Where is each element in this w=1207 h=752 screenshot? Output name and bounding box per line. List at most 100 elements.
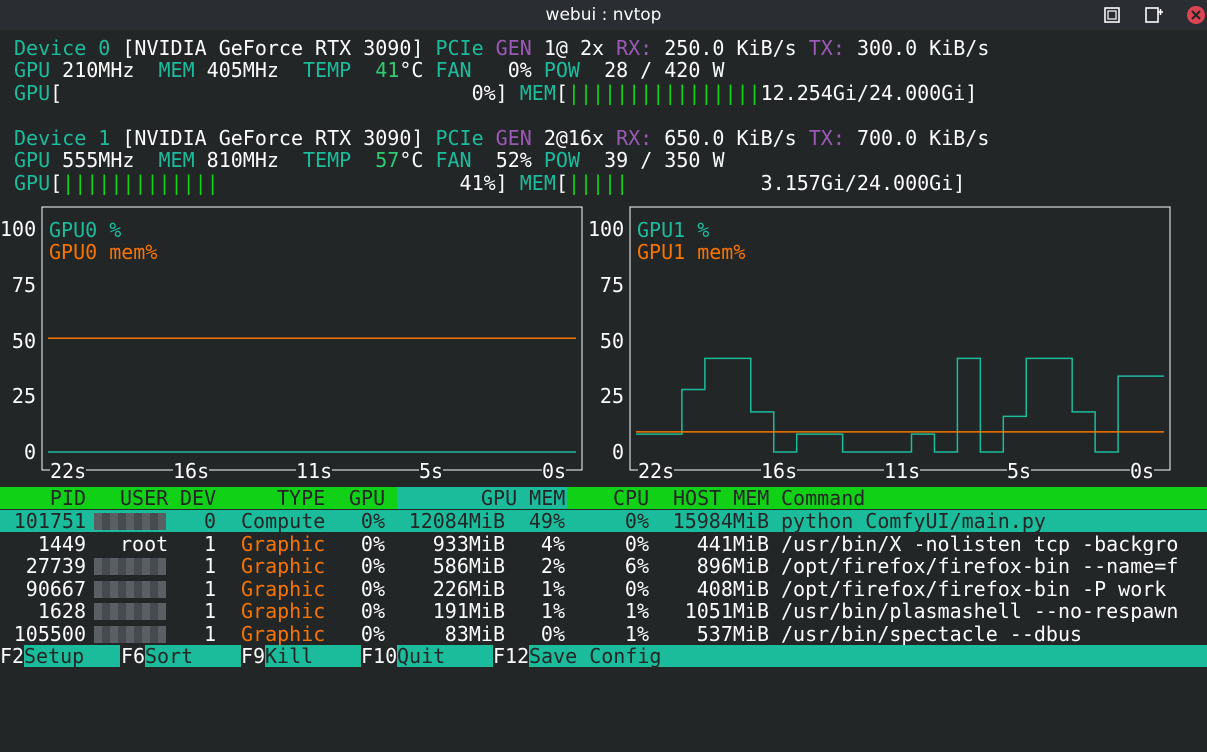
info-segment: TX: <box>808 126 857 150</box>
type-cell: Graphic <box>241 532 325 555</box>
info-segment: GEN <box>495 126 544 150</box>
fkey-f9[interactable]: F9 <box>241 645 266 667</box>
info-segment: GPU <box>14 171 51 195</box>
info-segment: [ <box>555 81 568 105</box>
y-tick-label: 0 <box>611 440 624 464</box>
device-1-stats: GPU 555MHz MEM 810MHz TEMP 57°C FAN 52% … <box>14 149 725 171</box>
info-segment: 405MHz <box>206 58 303 82</box>
y-tick-label: 100 <box>588 217 625 241</box>
info-segment: ||||| <box>567 171 629 195</box>
info-segment: 2@16x <box>543 126 617 150</box>
type-cell: Graphic <box>241 622 325 645</box>
header-gpu-mem[interactable]: GPU MEM <box>481 487 565 509</box>
command-cell: /usr/bin/X -nolisten tcp -backgro <box>781 532 1179 555</box>
info-segment: °C <box>399 148 436 172</box>
header-user[interactable]: USER <box>120 487 168 509</box>
process-row[interactable]: 27739 1 Graphic 0% 586MiB 2% 6% 896MiB/opt/fire… <box>0 555 1207 577</box>
redacted-username <box>94 603 166 620</box>
info-segment: 810MHz <box>206 148 303 172</box>
info-segment: 650.0 KiB/s <box>664 126 809 150</box>
host-mem-cell: 896MiB <box>696 555 769 577</box>
info-segment: 52% <box>495 148 544 172</box>
command-cell: python ComfyUI/main.py <box>781 510 1046 532</box>
header-cpu[interactable]: CPU <box>613 487 649 509</box>
header-host-mem[interactable]: HOST MEM <box>673 487 769 509</box>
fkey-f6[interactable]: F6 <box>121 645 146 667</box>
gpu0-chart: 100 75 50 25 0 22s 16s 11s 5s 0s GPU0 % GPU0 mem% <box>0 205 590 485</box>
header-gpu[interactable]: GPU <box>349 487 385 509</box>
maximize-icon[interactable] <box>1101 4 1123 26</box>
fkey-label-setup[interactable]: Setup <box>24 645 120 667</box>
info-segment: 700.0 KiB/s <box>856 126 990 150</box>
fkey-label-kill[interactable]: Kill <box>265 645 361 667</box>
header-command[interactable]: Command <box>781 487 865 509</box>
gpu-usage-cell: 0% <box>360 510 385 532</box>
info-segment: POW <box>543 58 605 82</box>
fkey-f10[interactable]: F10 <box>361 645 398 667</box>
pin-icon[interactable] <box>1143 4 1165 26</box>
type-cell: Graphic <box>241 577 325 600</box>
gpu-mem-pct-cell: 49% <box>528 510 565 532</box>
fkey-f2[interactable]: F2 <box>0 645 25 667</box>
process-row[interactable]: 90667 1 Graphic 0% 226MiB 1% 0% 408MiB/opt/fire… <box>0 578 1207 600</box>
x-tick-label: 5s <box>419 459 444 483</box>
close-icon[interactable] <box>1185 4 1207 26</box>
function-key-bar: F2 Setup F6 Sort F9 Kill F10 Quit F12 Save Config <box>0 645 1207 667</box>
info-segment: [NVIDIA GeForce RTX 3090] <box>122 126 436 150</box>
header-type[interactable]: TYPE <box>277 487 325 509</box>
gpu-mem-pct-cell: 4% <box>540 532 565 555</box>
info-segment: POW <box>543 148 605 172</box>
gpu-mem-pct-cell: 0% <box>540 622 565 645</box>
x-tick-label: 11s <box>884 459 921 483</box>
info-segment: [ <box>50 171 63 195</box>
gpu1-chart: 100 75 50 25 0 22s 16s 11s 5s 0s GPU1 % GPU1 mem% <box>588 205 1178 485</box>
header-pid[interactable]: PID <box>0 487 86 509</box>
info-segment: 250.0 KiB/s <box>664 36 809 60</box>
fkey-label-save-config[interactable]: Save Config <box>529 645 1207 667</box>
info-segment: ] <box>953 171 966 195</box>
device-1-header: Device 1 [NVIDIA GeForce RTX 3090] PCIe … <box>14 127 989 149</box>
type-cell: Compute <box>241 510 325 532</box>
cpu-cell: 1% <box>624 622 649 645</box>
x-tick-label: 16s <box>761 459 798 483</box>
gpu-mem-cell: 83MiB <box>444 622 505 645</box>
host-mem-cell: 441MiB <box>696 532 769 555</box>
info-segment: 555MHz <box>62 148 159 172</box>
dev-cell: 1 <box>203 577 216 600</box>
info-segment: ] <box>965 81 978 105</box>
cpu-cell: 0% <box>624 532 649 555</box>
legend-entry: GPU0 % <box>49 218 122 242</box>
x-tick-label: 0s <box>1130 459 1155 483</box>
process-row[interactable]: 105500 1 Graphic 0% 83MiB 0% 1% 537MiB/usr/bin/… <box>0 623 1207 645</box>
device-0-usage-bars: GPU[ 0%] MEM[||||||||||||||||12.254Gi/24… <box>14 82 977 104</box>
header-dev[interactable]: DEV <box>180 487 216 509</box>
info-segment: 0% <box>62 81 496 105</box>
device-1-usage-bars: GPU[||||||||||||| 41%] MEM[||||| 3.157Gi… <box>14 172 965 194</box>
info-segment: GPU <box>14 58 63 82</box>
legend-entry: GPU1 % <box>637 218 710 242</box>
info-segment: 41 <box>375 58 400 82</box>
info-segment: GEN <box>495 36 544 60</box>
info-segment: Device 0 <box>14 36 123 60</box>
info-segment: FAN <box>435 58 508 82</box>
cpu-cell: 0% <box>624 510 649 532</box>
info-segment: RX: <box>616 126 665 150</box>
device-0-header: Device 0 [NVIDIA GeForce RTX 3090] PCIe … <box>14 37 989 59</box>
pid-cell: 101751 <box>13 510 86 532</box>
y-tick-label: 25 <box>11 384 36 409</box>
command-cell: /usr/bin/plasmashell --no-respawn <box>781 600 1179 622</box>
window-titlebar: webui : nvtop <box>0 0 1207 30</box>
fkey-f12[interactable]: F12 <box>493 645 530 667</box>
x-tick-label: 22s <box>638 459 675 483</box>
x-tick-label: 11s <box>296 459 333 483</box>
process-row[interactable]: 1628 1 Graphic 0% 191MiB 1% 1% 1051MiB/usr/bin/… <box>0 600 1207 622</box>
fkey-label-quit[interactable]: Quit <box>397 645 493 667</box>
process-row[interactable]: 1449 root 1 Graphic 0% 933MiB 4% 0% 441MiB/usr/b… <box>0 533 1207 555</box>
y-tick-label: 50 <box>599 328 624 353</box>
fkey-label-sort[interactable]: Sort <box>145 645 241 667</box>
legend-entry: GPU0 mem% <box>49 240 158 264</box>
info-segment: 300.0 KiB/s <box>856 36 990 60</box>
info-segment: RX: <box>616 36 665 60</box>
type-cell: Graphic <box>241 600 325 622</box>
process-row[interactable]: 101751 0 Compute 0% 12084MiB 49% 0% 15984MiB pyt… <box>0 510 1207 532</box>
